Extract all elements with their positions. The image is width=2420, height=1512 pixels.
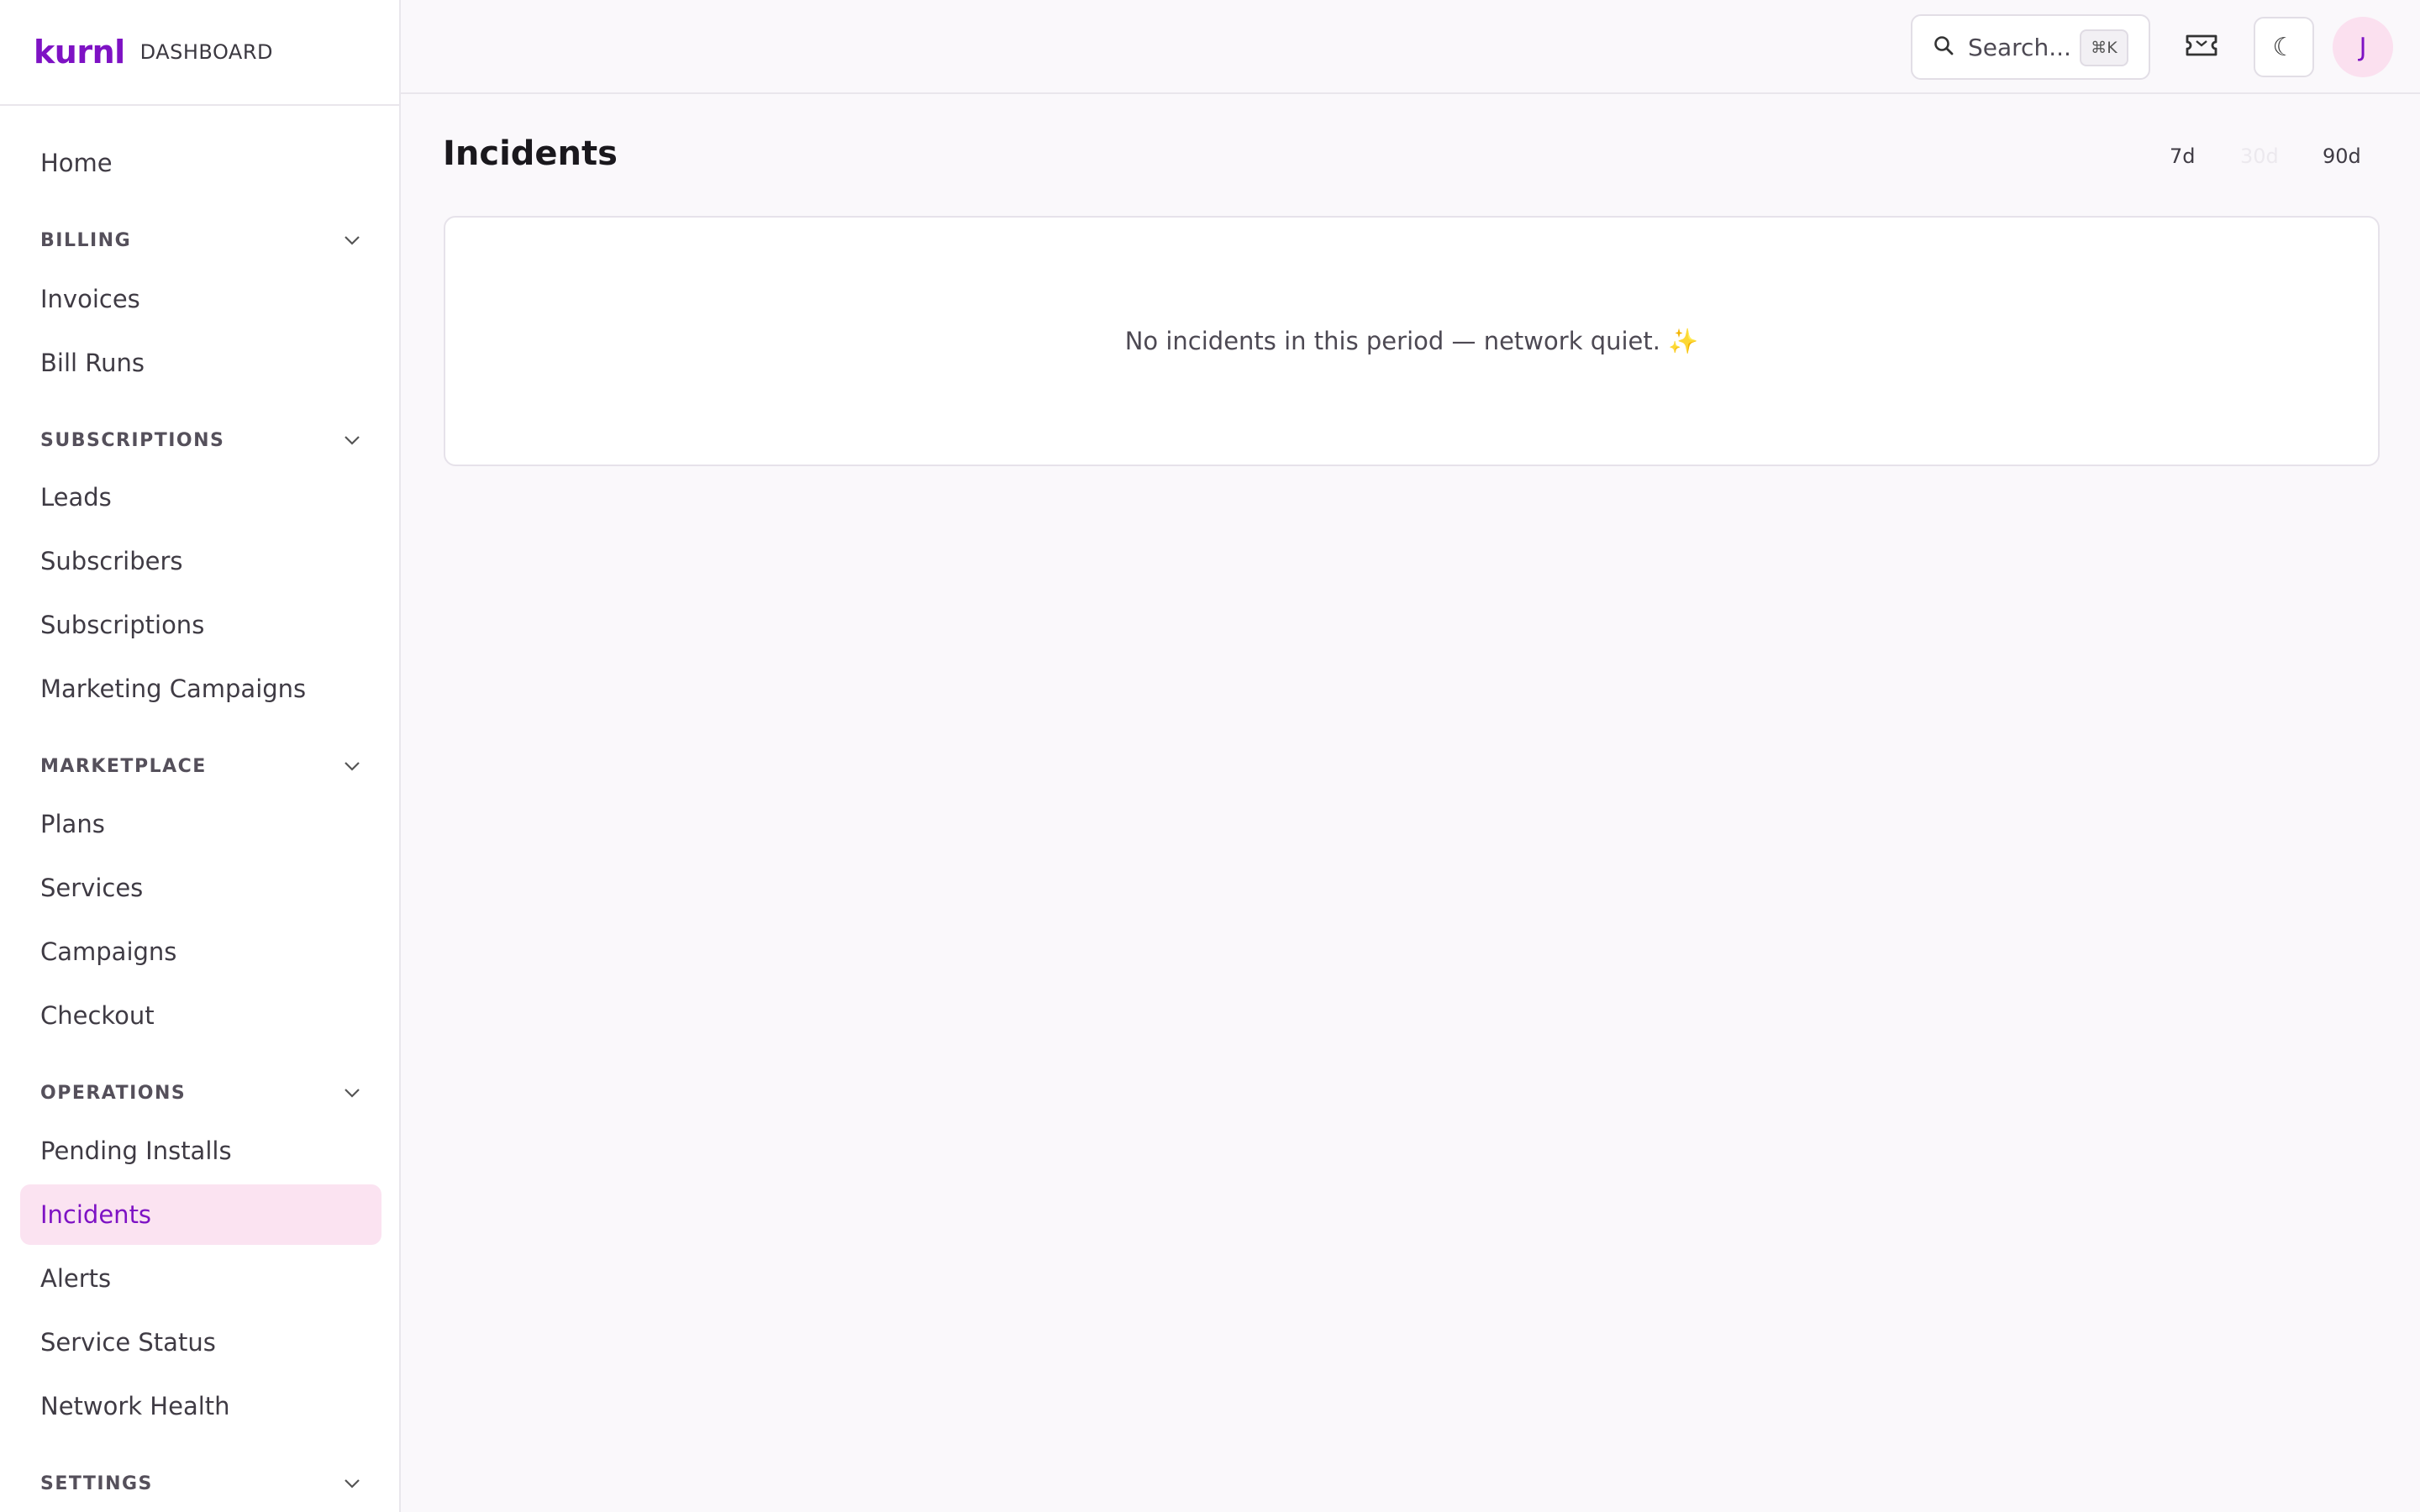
brand-logo[interactable]: kurnl	[34, 34, 125, 71]
chevron-down-icon	[343, 1084, 361, 1102]
section-label: BILLING	[40, 229, 132, 251]
sidebar: kurnl DASHBOARD Home BILLING Invoices Bi…	[0, 0, 401, 1512]
incidents-card: No incidents in this period — network qu…	[444, 216, 2380, 466]
chevron-down-icon	[343, 757, 361, 775]
section-operations[interactable]: OPERATIONS	[20, 1074, 381, 1112]
sidebar-item-services[interactable]: Services	[20, 858, 381, 918]
sidebar-item-checkout[interactable]: Checkout	[20, 985, 381, 1046]
chevron-down-icon	[343, 1474, 361, 1493]
sidebar-item-subscribers[interactable]: Subscribers	[20, 531, 381, 591]
chevron-down-icon	[343, 431, 361, 449]
sidebar-item-alerts[interactable]: Alerts	[20, 1248, 381, 1309]
sidebar-item-marketing-campaigns[interactable]: Marketing Campaigns	[20, 659, 381, 719]
section-label: MARKETPLACE	[40, 755, 207, 777]
sidebar-item-leads[interactable]: Leads	[20, 467, 381, 528]
search-input[interactable]: Search... ⌘K	[1911, 14, 2150, 80]
range-tab-30d[interactable]: 30d	[2240, 144, 2279, 168]
moon-icon: ☾	[2272, 32, 2296, 62]
section-billing[interactable]: BILLING	[20, 221, 381, 260]
brand-subtitle: DASHBOARD	[139, 40, 273, 64]
empty-state-message: No incidents in this period — network qu…	[1124, 326, 1699, 355]
section-marketplace[interactable]: MARKETPLACE	[20, 747, 381, 785]
page-title: Incidents	[443, 134, 618, 173]
section-label: OPERATIONS	[40, 1082, 187, 1104]
chevron-down-icon	[343, 231, 361, 249]
ticket-icon	[2185, 33, 2218, 61]
sidebar-item-bill-runs[interactable]: Bill Runs	[20, 333, 381, 393]
sidebar-item-network-health[interactable]: Network Health	[20, 1376, 381, 1436]
section-subscriptions[interactable]: SUBSCRIPTIONS	[20, 421, 381, 459]
sidebar-item-home[interactable]: Home	[20, 133, 381, 193]
avatar[interactable]: J	[2333, 17, 2393, 77]
search-placeholder: Search...	[1968, 33, 2071, 61]
sidebar-item-campaigns[interactable]: Campaigns	[20, 921, 381, 982]
sidebar-item-plans[interactable]: Plans	[20, 794, 381, 854]
sidebar-item-invoices[interactable]: Invoices	[20, 269, 381, 329]
section-settings[interactable]: SETTINGS	[20, 1464, 381, 1503]
sidebar-item-subscriptions[interactable]: Subscriptions	[20, 595, 381, 655]
theme-toggle-button[interactable]: ☾	[2254, 17, 2314, 77]
range-tab-90d[interactable]: 90d	[2323, 144, 2361, 168]
sidebar-item-incidents[interactable]: Incidents	[20, 1184, 381, 1245]
section-label: SUBSCRIPTIONS	[40, 429, 225, 451]
sidebar-item-service-status[interactable]: Service Status	[20, 1312, 381, 1373]
sidebar-item-pending-installs[interactable]: Pending Installs	[20, 1121, 381, 1181]
search-icon	[1933, 34, 1954, 60]
section-label: SETTINGS	[40, 1473, 153, 1494]
range-tab-7d[interactable]: 7d	[2170, 144, 2196, 168]
search-shortcut: ⌘K	[2080, 29, 2128, 66]
brand[interactable]: kurnl DASHBOARD	[0, 0, 399, 106]
top-bar: Search... ⌘K ☾ J	[401, 0, 2420, 94]
ticket-button[interactable]	[2171, 17, 2232, 77]
